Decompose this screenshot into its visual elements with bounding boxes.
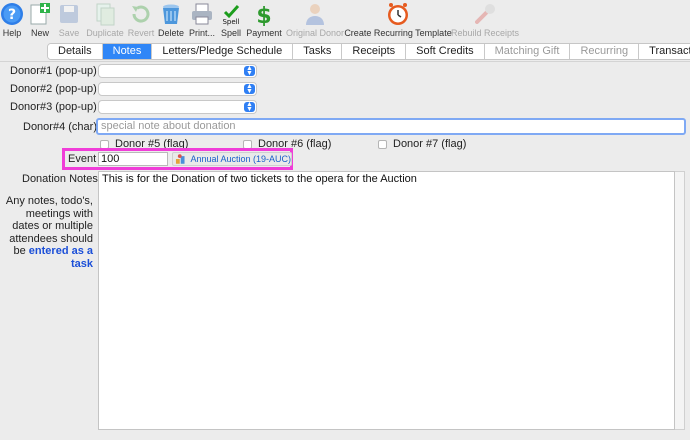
donor2-popup[interactable]: ▲ ▼ [98, 82, 257, 96]
tab-recurring[interactable]: Recurring [570, 44, 640, 59]
donor7-label: Donor #7 (flag) [393, 138, 467, 150]
save-button[interactable]: Save [58, 2, 80, 40]
clock-icon [388, 3, 408, 25]
spell-label: Spell [220, 28, 241, 38]
new-label: New [30, 28, 49, 38]
donor1-label: Donor#1 (pop-up) [10, 65, 97, 77]
duplicate-icon [96, 3, 115, 26]
svg-text:$: $ [256, 4, 271, 26]
revert-label: Revert [127, 28, 155, 38]
chevron-updown-icon: ▲ ▼ [244, 101, 255, 113]
tab-receipts[interactable]: Receipts [342, 44, 407, 59]
create-recurring-template-label: Create Recurring Template [344, 28, 452, 38]
print-button[interactable]: Print... [188, 2, 216, 40]
revert-button[interactable]: Revert [127, 2, 155, 40]
trash-icon [163, 4, 179, 24]
delete-button[interactable]: Delete [158, 2, 184, 40]
tab-soft-credits[interactable]: Soft Credits [406, 44, 485, 59]
divider [0, 61, 690, 62]
donor3-popup[interactable]: ▲ ▼ [98, 100, 257, 114]
donor3-label: Donor#3 (pop-up) [10, 101, 97, 113]
svg-text:?: ? [8, 7, 16, 23]
rebuild-receipts-button[interactable]: Rebuild Receipts [450, 2, 520, 40]
new-button[interactable]: New [28, 2, 52, 40]
spell-icon: Spell [222, 4, 240, 26]
print-label: Print... [188, 28, 215, 38]
donor2-label: Donor#2 (pop-up) [10, 83, 97, 95]
payment-button[interactable]: $ Payment [246, 2, 282, 40]
event-link-button[interactable]: Annual Auction (19-AUC) [172, 152, 292, 166]
donor4-label: Donor#4 (char) [23, 121, 97, 133]
duplicate-label: Duplicate [86, 28, 124, 38]
tab-matching-gift[interactable]: Matching Gift [484, 44, 571, 59]
help-text: Any notes, todo's, meetings with dates o… [4, 195, 93, 270]
donor4-input[interactable]: special note about donation [96, 118, 686, 135]
help-button[interactable]: ? Help [1, 2, 23, 40]
event-link-text: Annual Auction (19-AUC) [190, 154, 291, 164]
original-donor-button[interactable]: Original Donor [286, 2, 344, 40]
entered-as-task-link[interactable]: entered as a task [29, 245, 93, 270]
new-icon [30, 3, 50, 25]
tab-bar: Details Notes Letters/Pledge Schedule Ta… [47, 43, 690, 60]
help-icon: ? [1, 3, 23, 25]
svg-text:Spell: Spell [222, 18, 239, 26]
spell-button[interactable]: Spell Spell [219, 2, 243, 40]
save-label: Save [58, 28, 80, 38]
dollar-icon: $ [256, 4, 271, 26]
save-icon [60, 5, 78, 23]
help-label: Help [2, 28, 22, 38]
duplicate-button[interactable]: Duplicate [86, 2, 124, 40]
checkbox-box [378, 139, 387, 149]
payment-label: Payment [246, 28, 282, 38]
notes-scrollbar[interactable] [675, 171, 685, 430]
chevron-updown-icon: ▲ ▼ [244, 83, 255, 95]
tab-notes[interactable]: Notes [102, 44, 153, 59]
chevron-updown-icon: ▲ ▼ [244, 65, 255, 77]
event-label: Event [68, 153, 97, 165]
wrench-icon [475, 4, 495, 24]
toolbar: ? Help New Save Duplicate Revert Delete [0, 0, 690, 40]
revert-icon [132, 5, 150, 23]
donor7-checkbox[interactable]: Donor #7 (flag) [378, 138, 466, 150]
create-recurring-template-button[interactable]: Create Recurring Template [344, 2, 452, 40]
tab-letters-pledge-schedule[interactable]: Letters/Pledge Schedule [152, 44, 294, 59]
notes-textarea[interactable]: This is for the Donation of two tickets … [98, 171, 675, 430]
event-icon [175, 154, 185, 164]
tab-transactions[interactable]: Transactions [639, 44, 690, 59]
notes-label: Donation Notes [22, 173, 98, 185]
donor1-popup[interactable]: ▲ ▼ [98, 64, 257, 78]
print-icon [192, 3, 212, 25]
original-donor-label: Original Donor [285, 28, 345, 38]
tab-details[interactable]: Details [48, 44, 103, 59]
rebuild-receipts-label: Rebuild Receipts [450, 28, 520, 38]
event-input[interactable]: 100 [98, 152, 168, 166]
tab-tasks[interactable]: Tasks [293, 44, 343, 59]
person-icon [306, 4, 324, 25]
delete-label: Delete [158, 28, 185, 38]
